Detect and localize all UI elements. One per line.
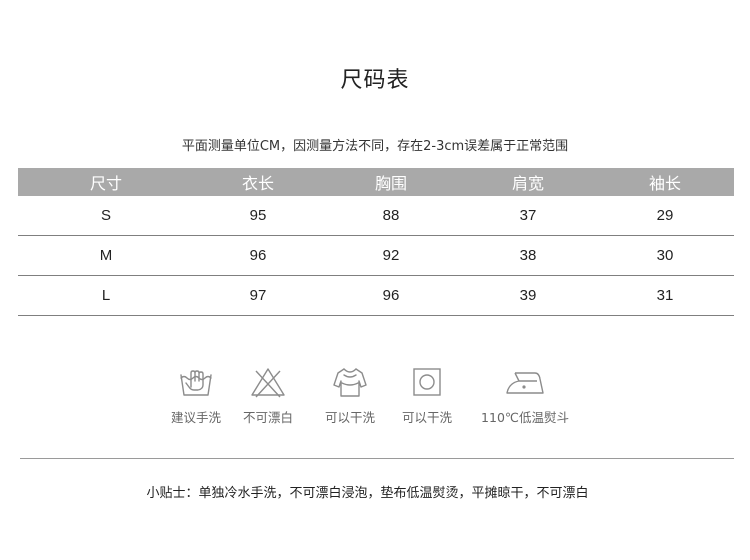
cell-shoulder: 37: [519, 207, 537, 224]
header-length: 衣长: [241, 174, 274, 193]
no-bleach-icon: [251, 368, 285, 398]
cell-chest: 96: [382, 287, 400, 304]
cell-size: S: [100, 207, 111, 224]
care-label: 不可漂白: [242, 410, 293, 425]
cell-shoulder: 39: [519, 287, 537, 304]
line-dry-icon: [333, 368, 367, 397]
header-chest: 胸围: [374, 174, 407, 193]
cell-length: 96: [249, 247, 267, 264]
cell-chest: 92: [382, 247, 400, 264]
header-sleeve: 袖长: [648, 174, 681, 193]
cell-sleeve: 31: [656, 287, 674, 304]
size-table: 尺寸 衣长 胸围 肩宽 袖长 S 95 88 37 29 M 96 92 38 …: [18, 168, 734, 316]
header-shoulder: 肩宽: [511, 174, 544, 193]
iron-icon: [506, 372, 544, 394]
care-instructions: 建议手洗 不可漂白 可以干洗 可以干洗 110℃低温熨斗: [0, 365, 750, 435]
care-label: 可以干洗: [401, 410, 452, 425]
cell-size: M: [99, 247, 113, 264]
care-label: 110℃低温熨斗: [481, 410, 569, 425]
care-item: 不可漂白: [223, 365, 313, 426]
tumble-dry-icon: [413, 368, 441, 396]
hand-wash-icon: [180, 370, 212, 396]
cell-size: L: [101, 287, 111, 304]
cell-sleeve: 30: [656, 247, 674, 264]
cell-length: 97: [249, 287, 267, 304]
cell-length: 95: [249, 207, 267, 224]
cell-chest: 88: [382, 207, 400, 224]
care-item: 110℃低温熨斗: [480, 365, 570, 426]
cell-shoulder: 38: [519, 247, 537, 264]
care-item: 可以干洗: [382, 365, 472, 426]
page-title: 尺码表: [340, 68, 410, 93]
table-row: M 96 92 38 30: [18, 236, 734, 276]
measurement-note: 平面测量单位CM，因测量方法不同，存在2-3cm误差属于正常范围: [181, 139, 569, 154]
table-header: 尺寸 衣长 胸围 肩宽 袖长: [18, 168, 734, 196]
cell-sleeve: 29: [656, 207, 674, 224]
tip-text: 小贴士：单独冷水手洗，不可漂白浸泡，垫布低温熨烫，平摊晾干，不可漂白: [146, 486, 589, 501]
header-size: 尺寸: [89, 174, 122, 193]
divider: [20, 458, 734, 459]
table-row: S 95 88 37 29: [18, 196, 734, 236]
table-row: L 97 96 39 31: [18, 276, 734, 316]
